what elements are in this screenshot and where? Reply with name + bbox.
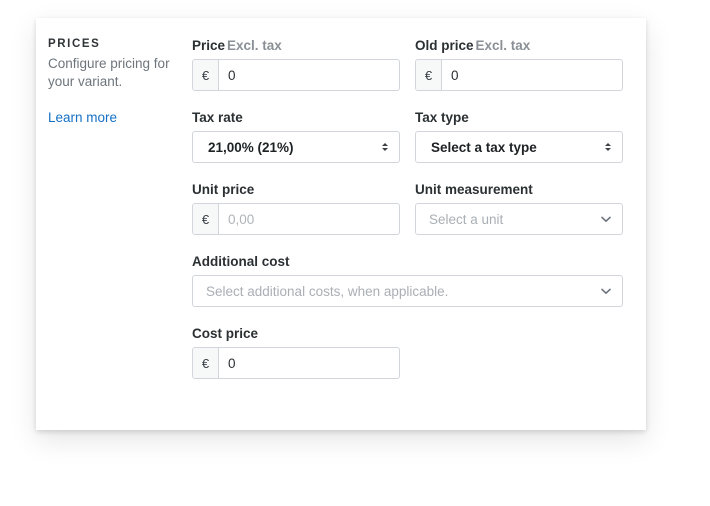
price-input-group[interactable]: €	[192, 59, 400, 91]
label-unit-measurement: Unit measurement	[415, 182, 533, 197]
additional-cost-placeholder: Select additional costs, when applicable…	[206, 283, 449, 299]
section-heading: PRICES	[48, 38, 101, 50]
label-price-text: Price	[192, 38, 226, 53]
additional-cost-select[interactable]: Select additional costs, when applicable…	[192, 275, 623, 307]
prices-form: PriceExcl. tax € Old priceExcl. tax €	[192, 38, 646, 379]
field-tax-type: Tax type Select a tax type	[415, 110, 623, 163]
cost-price-input-group[interactable]: €	[192, 347, 400, 379]
select-arrows-icon	[382, 143, 388, 151]
field-cost-price: Cost price €	[192, 326, 400, 379]
tax-rate-value: 21,00% (21%)	[208, 139, 294, 155]
unit-price-input[interactable]	[219, 204, 399, 234]
label-old-price-note: Excl. tax	[475, 38, 531, 53]
label-unit-price: Unit price	[192, 182, 255, 197]
form-row-cost-price: Cost price €	[192, 326, 624, 379]
label-old-price-text: Old price	[415, 38, 474, 53]
label-tax-rate: Tax rate	[192, 110, 243, 125]
form-row-price: PriceExcl. tax € Old priceExcl. tax €	[192, 38, 624, 91]
section-description: Configure pricing for your variant.	[48, 56, 170, 89]
euro-icon: €	[193, 60, 219, 90]
unit-price-input-group[interactable]: €	[192, 203, 400, 235]
field-unit-price: Unit price €	[192, 182, 400, 235]
euro-icon: €	[193, 204, 219, 234]
field-unit-measurement: Unit measurement Select a unit	[415, 182, 623, 235]
label-tax-type: Tax type	[415, 110, 469, 125]
label-old-price: Old price Excl. tax	[415, 38, 623, 53]
unit-measurement-placeholder: Select a unit	[429, 211, 504, 227]
prices-section-aside: PRICES Configure pricing for your varian…	[36, 38, 192, 379]
label-price-note: Excl. tax	[227, 38, 282, 53]
euro-icon: €	[416, 60, 442, 90]
field-additional-cost: Additional cost Select additional costs,…	[192, 254, 623, 307]
field-tax-rate: Tax rate 21,00% (21%)	[192, 110, 400, 163]
old-price-input[interactable]	[442, 60, 622, 90]
screen: PRICES Configure pricing for your varian…	[0, 0, 710, 506]
prices-card: PRICES Configure pricing for your varian…	[36, 18, 646, 430]
old-price-input-group[interactable]: €	[415, 59, 623, 91]
learn-more-link[interactable]: Learn more	[48, 110, 117, 125]
form-row-unit: Unit price € Unit measurement Select a u…	[192, 182, 624, 235]
field-price: Price Excl. tax €	[192, 38, 400, 91]
select-arrows-icon	[605, 143, 611, 151]
price-input[interactable]	[219, 60, 399, 90]
label-price: Price Excl. tax	[192, 38, 400, 53]
form-row-tax: Tax rate 21,00% (21%) Tax type Select a …	[192, 110, 624, 163]
cost-price-input[interactable]	[219, 348, 399, 378]
tax-rate-select[interactable]: 21,00% (21%)	[192, 131, 400, 163]
unit-measurement-select[interactable]: Select a unit	[415, 203, 623, 235]
field-old-price: Old price Excl. tax €	[415, 38, 623, 91]
chevron-down-icon	[600, 285, 612, 297]
euro-icon: €	[193, 348, 219, 378]
chevron-down-icon	[600, 213, 612, 225]
tax-type-select[interactable]: Select a tax type	[415, 131, 623, 163]
form-row-additional-cost: Additional cost Select additional costs,…	[192, 254, 624, 307]
label-additional-cost: Additional cost	[192, 254, 290, 269]
tax-type-value: Select a tax type	[431, 139, 537, 155]
label-cost-price: Cost price	[192, 326, 259, 341]
